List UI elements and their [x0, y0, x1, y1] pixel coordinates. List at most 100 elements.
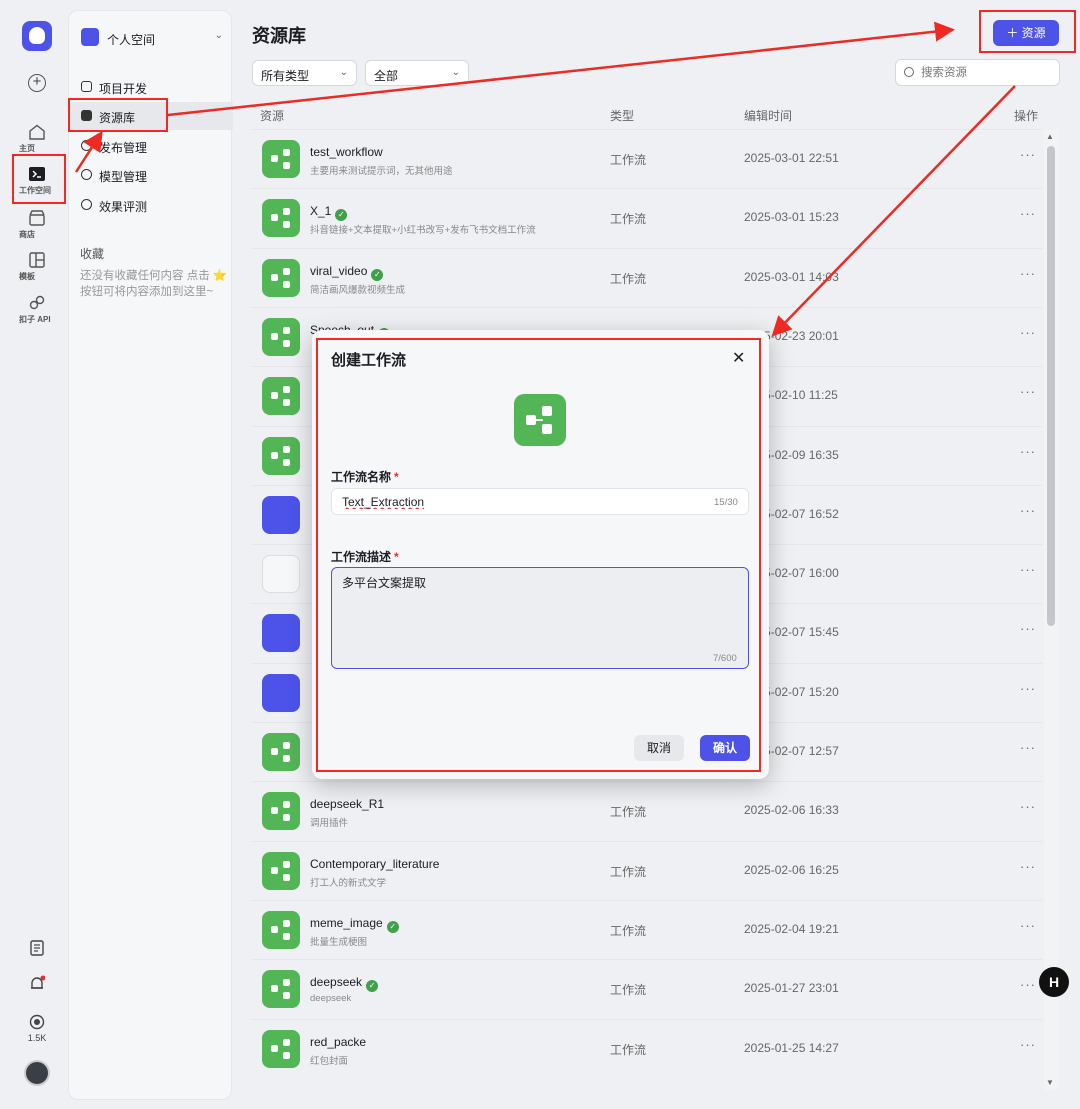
table-row[interactable]: deepseek ✓ deepseek 工作流 2025-01-27 23:01 ···	[252, 959, 1042, 1018]
resource-name-text: meme_image	[310, 915, 383, 930]
search-icon	[904, 67, 914, 77]
more-actions-icon[interactable]: ···	[1020, 918, 1036, 933]
workflow-icon	[262, 792, 300, 831]
nav-item-models[interactable]: 模型管理	[69, 161, 233, 189]
scroll-down-icon[interactable]: ▼	[1046, 1078, 1054, 1087]
resource-type: 工作流	[610, 805, 647, 820]
more-actions-icon[interactable]: ···	[1020, 1037, 1036, 1052]
nav-item-publish[interactable]: 发布管理	[69, 132, 233, 160]
workflow-icon	[262, 970, 300, 1009]
search-box[interactable]	[895, 59, 1060, 86]
more-actions-icon[interactable]: ···	[1020, 503, 1036, 518]
resource-desc: 抖音链接+文本提取+小红书改写+发布飞书文档工作流	[310, 225, 536, 237]
create-icon[interactable]: +	[28, 74, 46, 92]
template-icon	[29, 252, 45, 268]
table-row[interactable]: X_1 ✓ 抖音链接+文本提取+小红书改写+发布飞书文档工作流 工作流 2025-03-…	[252, 188, 1042, 247]
search-input[interactable]	[921, 64, 1051, 82]
resource-name: viral_video ✓	[310, 263, 384, 281]
resource-name: Contemporary_literature	[310, 857, 439, 871]
notifications-button[interactable]	[0, 975, 74, 996]
table-row[interactable]: test_workflow 主要用来测试提示词，无其他用途 工作流 2025-03-0…	[252, 129, 1042, 188]
rail-item-api[interactable]: 扣子 API	[0, 295, 74, 324]
more-actions-icon[interactable]: ···	[1020, 977, 1036, 992]
workflow-icon	[262, 377, 300, 416]
workflow-icon	[262, 910, 300, 949]
nav-item-evaluation[interactable]: 效果评测	[69, 191, 233, 219]
resource-name-text: test_workflow	[310, 145, 383, 159]
favorites-empty-text: 还没有收藏任何内容 点击 ⭐ 按钮可将内容添加到这里~	[80, 270, 228, 298]
resource-desc: 打工人的新式文学	[310, 877, 387, 889]
more-actions-icon[interactable]: ···	[1020, 799, 1036, 814]
resource-name-text: X_1	[310, 204, 332, 219]
rail-item-home[interactable]: 主页	[0, 124, 74, 153]
resource-edit-time: 2025-02-04 19:21	[744, 921, 839, 936]
nav-item-projects[interactable]: 项目开发	[69, 73, 233, 101]
verified-icon: ✓	[371, 268, 384, 281]
table-row[interactable]: deepseek_R1 调用插件 工作流 2025-02-06 16:33 ···	[252, 781, 1042, 840]
workflow-icon	[262, 851, 300, 890]
scrollbar-thumb[interactable]	[1047, 146, 1055, 626]
column-resource: 资源	[260, 109, 285, 123]
user-space-icon	[81, 28, 99, 46]
app-logo-icon[interactable]	[22, 21, 52, 51]
page-title: 资源库	[252, 26, 306, 46]
space-selector[interactable]: 个人空间 ⌄	[79, 27, 225, 49]
resource-name-text: Contemporary_literature	[310, 856, 440, 871]
stars-button[interactable]: 1.5K	[0, 1014, 74, 1043]
table-row[interactable]: red_packe 红包封面 工作流 2025-01-25 14:27 ···	[252, 1018, 1042, 1078]
workflow-icon	[262, 436, 300, 475]
more-actions-icon[interactable]: ···	[1020, 266, 1036, 281]
resource-desc: 批量生成梗图	[310, 936, 368, 948]
star-badge-icon	[29, 1014, 45, 1030]
resource-edit-time: 2025-02-06 16:33	[744, 803, 839, 818]
more-actions-icon[interactable]: ···	[1020, 740, 1036, 755]
scrollbar[interactable]: ▲ ▼	[1044, 130, 1058, 1090]
table-row[interactable]: viral_video ✓ 简洁画风爆款视频生成 工作流 2025-03-01 14:0…	[252, 247, 1042, 307]
more-actions-icon[interactable]: ···	[1020, 325, 1036, 340]
more-actions-icon[interactable]: ···	[1020, 384, 1036, 399]
workflow-icon	[262, 733, 300, 771]
document-icon	[30, 940, 44, 956]
workflow-icon	[262, 258, 300, 297]
rail-item-template[interactable]: 模板	[0, 252, 74, 281]
resource-name-text: deepseek	[310, 975, 363, 990]
workflow-icon	[262, 140, 300, 178]
docs-button[interactable]	[0, 940, 74, 959]
scope-filter[interactable]: 全部 ⌄	[365, 60, 469, 86]
rail-label-store: 商店	[19, 230, 35, 239]
highlight-dialog	[316, 338, 761, 772]
more-actions-icon[interactable]: ···	[1020, 562, 1036, 577]
resource-edit-time: 2025-03-01 14:03	[744, 269, 839, 284]
avatar[interactable]	[24, 1060, 50, 1086]
resource-name: test_workflow	[310, 145, 383, 159]
more-actions-icon[interactable]: ···	[1020, 444, 1036, 459]
highlight-library	[68, 98, 168, 132]
resource-desc: 主要用来测试提示词，无其他用途	[310, 166, 453, 177]
resource-name-text: viral_video	[310, 263, 368, 278]
resource-name-text: red_packe	[310, 1034, 367, 1049]
rail-item-store[interactable]: 商店	[0, 210, 74, 239]
model-icon	[81, 169, 92, 180]
rail-label-api: 扣子 API	[19, 315, 51, 324]
more-actions-icon[interactable]: ···	[1020, 681, 1036, 696]
table-row[interactable]: Contemporary_literature 打工人的新式文学 工作流 2025-0…	[252, 840, 1042, 900]
more-actions-icon[interactable]: ···	[1020, 621, 1036, 636]
table-row[interactable]: meme_image ✓ 批量生成梗图 工作流 2025-02-04 19:21 ···	[252, 899, 1042, 959]
more-actions-icon[interactable]: ···	[1020, 147, 1036, 162]
scroll-up-icon[interactable]: ▲	[1046, 132, 1054, 141]
rail-label-template: 模板	[19, 272, 35, 281]
more-actions-icon[interactable]: ···	[1020, 206, 1036, 221]
gauge-icon	[81, 199, 92, 210]
type-filter[interactable]: 所有类型 ⌄	[252, 60, 357, 86]
scope-filter-value: 全部	[374, 69, 399, 83]
home-icon	[29, 124, 45, 140]
more-actions-icon[interactable]: ···	[1020, 859, 1036, 874]
resource-edit-time: 2025-02-06 16:25	[744, 862, 839, 877]
resource-type: 工作流	[610, 212, 647, 227]
favorites-title: 收藏	[80, 247, 105, 261]
floating-assistant-icon[interactable]: H	[1039, 967, 1069, 997]
workflow-icon	[262, 199, 300, 238]
column-type: 类型	[610, 109, 635, 123]
highlight-workspace	[12, 154, 66, 204]
workflow-icon	[262, 1029, 300, 1068]
